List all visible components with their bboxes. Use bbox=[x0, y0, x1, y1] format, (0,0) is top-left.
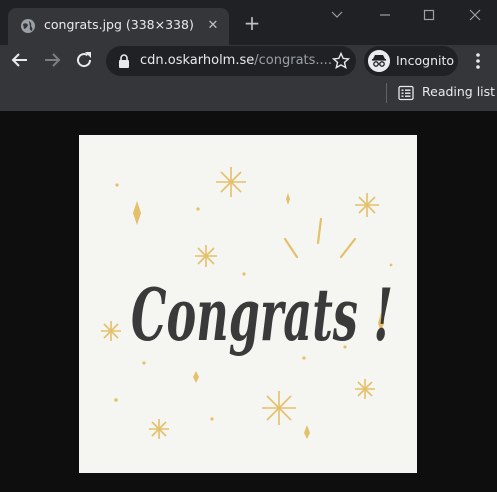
minimize-icon[interactable] bbox=[370, 4, 400, 26]
kebab-menu-icon[interactable] bbox=[468, 49, 488, 73]
congrats-image: Congrats ! bbox=[79, 135, 417, 473]
bookmarks-bar: Reading list bbox=[0, 77, 497, 111]
close-icon[interactable]: ✕ bbox=[204, 17, 222, 35]
page-viewport: Congrats ! bbox=[0, 111, 497, 492]
reload-icon[interactable] bbox=[72, 48, 96, 72]
maximize-icon[interactable] bbox=[414, 4, 444, 26]
browser-chrome: congrats.jpg (338×338) ✕ + cdn.oskarholm… bbox=[0, 0, 497, 111]
address-bar[interactable]: cdn.oskarholm.se/congrats.... bbox=[106, 46, 356, 76]
url-path: /congrats.... bbox=[254, 53, 332, 68]
divider bbox=[386, 83, 387, 103]
chevron-down-icon[interactable] bbox=[322, 4, 352, 26]
reading-list-icon[interactable] bbox=[398, 85, 414, 101]
toolbar: cdn.oskarholm.se/congrats.... Incognito bbox=[0, 45, 497, 77]
arrow-left-icon[interactable] bbox=[8, 48, 32, 72]
reading-list-button[interactable]: Reading list bbox=[422, 84, 495, 99]
congrats-lettering: Congrats ! bbox=[131, 272, 393, 357]
plus-icon[interactable]: + bbox=[241, 12, 263, 34]
tab-strip: congrats.jpg (338×338) ✕ + bbox=[0, 0, 497, 45]
star-icon[interactable] bbox=[332, 52, 350, 70]
close-icon[interactable] bbox=[460, 4, 490, 26]
arrow-right-icon[interactable] bbox=[40, 48, 64, 72]
incognito-label: Incognito bbox=[396, 53, 455, 68]
globe-icon bbox=[21, 19, 35, 33]
url-host: cdn.oskarholm.se bbox=[140, 53, 255, 68]
incognito-profile-button[interactable]: Incognito bbox=[364, 46, 458, 76]
tab-active[interactable]: congrats.jpg (338×338) ✕ bbox=[8, 8, 229, 45]
tab-title: congrats.jpg (338×338) bbox=[44, 17, 194, 32]
url-text: cdn.oskarholm.se/congrats.... bbox=[140, 53, 332, 68]
congrats-illustration: Congrats ! bbox=[101, 167, 393, 439]
incognito-icon bbox=[368, 50, 390, 72]
lock-icon[interactable] bbox=[118, 54, 130, 68]
